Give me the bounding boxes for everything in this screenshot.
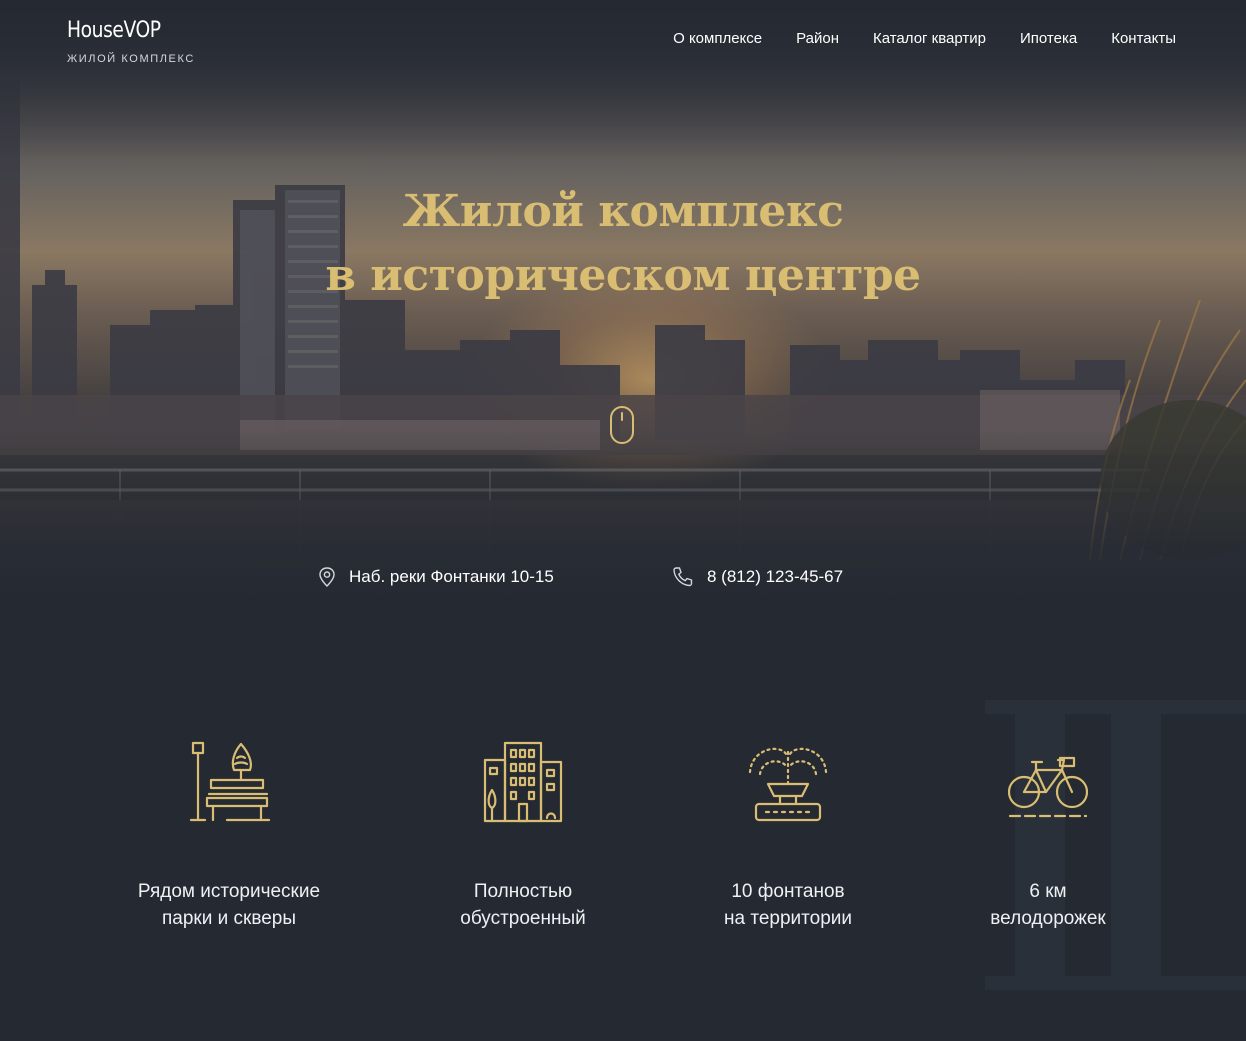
- main-nav: О комплексе Район Каталог квартир Ипотек…: [673, 30, 1176, 48]
- hero-title-line-1: Жилой комплекс: [402, 186, 844, 237]
- address-info: Наб. реки Фонтанки 10-15: [317, 566, 554, 588]
- phone-text: 8 (812) 123-45-67: [707, 567, 844, 586]
- feature-parks-line-1: Рядом исторические: [137, 881, 321, 902]
- nav-item-catalog[interactable]: Каталог квартир: [873, 30, 986, 48]
- nav-item-contacts[interactable]: Контакты: [1111, 30, 1176, 48]
- feature-infrastructure-line-2: обустроенный: [460, 908, 586, 929]
- nav-item-about[interactable]: О комплексе: [673, 30, 762, 48]
- feature-infrastructure-label: Полностью обустроенный: [393, 878, 653, 932]
- feature-infrastructure: Полностью обустроенный: [393, 740, 653, 932]
- mouse-icon[interactable]: [609, 405, 635, 450]
- feature-bike-paths-line-1: 6 км: [1029, 881, 1067, 902]
- feature-fountains-line-1: 10 фонтанов: [731, 881, 845, 902]
- hero-bottom-fade: [0, 430, 1246, 600]
- logo-subtitle: ЖИЛОЙ КОМПЛЕКС: [67, 53, 195, 65]
- logo-name: HouseVOP: [67, 18, 161, 43]
- location-pin-icon: [319, 567, 335, 587]
- feature-infrastructure-line-1: Полностью: [473, 881, 573, 902]
- feature-parks-line-2: парки и скверы: [161, 908, 296, 929]
- feature-fountains-label: 10 фонтанов на территории: [658, 878, 918, 932]
- nav-item-district[interactable]: Район: [796, 30, 839, 48]
- phone-info[interactable]: 8 (812) 123-45-67: [671, 566, 843, 588]
- nav-item-mortgage[interactable]: Ипотека: [1020, 30, 1077, 48]
- park-bench-icon: [189, 741, 271, 822]
- hero-title-line-2: в историческом центре: [325, 250, 921, 301]
- feature-bike-paths-line-2: велодорожек: [990, 908, 1106, 929]
- fountain-icon: [748, 747, 828, 822]
- hero-title: Жилой комплекс в историческом центре: [0, 180, 1246, 308]
- feature-fountains: 10 фонтанов на территории: [658, 740, 918, 932]
- logo[interactable]: HouseVOP ЖИЛОЙ КОМПЛЕКС: [67, 18, 195, 65]
- feature-bike-paths-label: 6 км велодорожек: [918, 878, 1178, 932]
- feature-bike-paths: 6 км велодорожек: [918, 740, 1178, 932]
- address-text: Наб. реки Фонтанки 10-15: [349, 567, 554, 586]
- feature-parks: Рядом исторические парки и скверы: [99, 740, 359, 932]
- site-header: HouseVOP ЖИЛОЙ КОМПЛЕКС О комплексе Райо…: [0, 0, 1246, 80]
- bicycle-icon: [1007, 756, 1089, 818]
- feature-parks-label: Рядом исторические парки и скверы: [99, 878, 359, 932]
- building-icon: [483, 741, 563, 823]
- phone-icon: [673, 567, 693, 587]
- feature-fountains-line-2: на территории: [724, 908, 852, 929]
